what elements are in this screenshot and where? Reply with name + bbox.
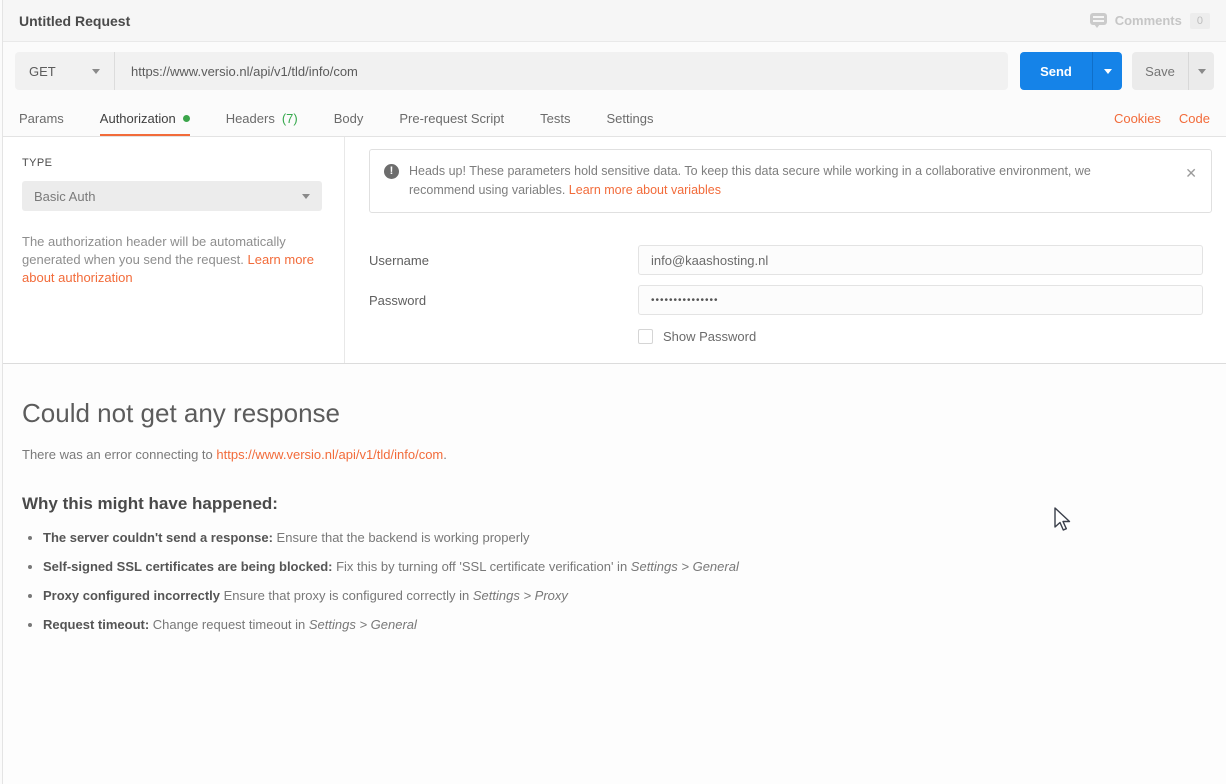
request-tabs: Params Authorization Headers (7) Body Pr…: [3, 100, 1226, 137]
type-label: TYPE: [22, 157, 322, 169]
sensitive-data-banner: ! Heads up! These parameters hold sensit…: [369, 149, 1212, 213]
error-message: There was an error connecting to https:/…: [22, 447, 1204, 462]
save-options-button[interactable]: [1188, 52, 1214, 90]
password-field[interactable]: [638, 285, 1203, 315]
tab-params[interactable]: Params: [19, 100, 64, 136]
auth-type-value: Basic Auth: [34, 189, 95, 204]
chevron-down-icon: [1104, 69, 1112, 74]
tab-tests[interactable]: Tests: [540, 100, 570, 136]
tab-pre-request-script[interactable]: Pre-request Script: [399, 100, 504, 136]
error-url-link[interactable]: https://www.versio.nl/api/v1/tld/info/co…: [216, 447, 443, 462]
close-icon[interactable]: ✕: [1185, 164, 1197, 183]
send-options-button[interactable]: [1092, 52, 1122, 90]
comments-button[interactable]: Comments 0: [1090, 13, 1210, 29]
tab-authorization[interactable]: Authorization: [100, 100, 190, 136]
warning-icon: !: [384, 164, 399, 179]
auth-description: The authorization header will be automat…: [22, 233, 322, 287]
chevron-down-icon: [1198, 69, 1206, 74]
save-button[interactable]: Save: [1132, 52, 1188, 90]
save-button-group: Save: [1132, 52, 1214, 90]
sidebar-edge: [0, 0, 3, 784]
chevron-down-icon: [92, 69, 100, 74]
cookies-link[interactable]: Cookies: [1114, 111, 1161, 126]
method-value: GET: [29, 64, 56, 79]
banner-text: Heads up! These parameters hold sensitiv…: [409, 162, 1175, 200]
show-password-checkbox[interactable]: [638, 329, 653, 344]
tab-body[interactable]: Body: [334, 100, 364, 136]
request-title: Untitled Request: [19, 13, 130, 29]
request-url-row: GET Send Save: [3, 42, 1226, 100]
why-heading: Why this might have happened:: [22, 494, 1204, 514]
auth-active-dot-icon: [183, 115, 190, 122]
send-button-group: Send: [1020, 52, 1122, 90]
headers-count: (7): [282, 111, 298, 126]
learn-more-variables-link[interactable]: Learn more about variables: [569, 183, 721, 197]
list-item: Proxy configured incorrectly Ensure that…: [43, 588, 1204, 603]
postman-request-window: Untitled Request Comments 0 GET Send Sav…: [0, 0, 1226, 784]
comments-icon: [1090, 13, 1107, 28]
comments-count-badge: 0: [1190, 13, 1210, 29]
chevron-down-icon: [302, 194, 310, 199]
url-group: GET: [15, 52, 1008, 90]
title-bar: Untitled Request Comments 0: [3, 0, 1226, 42]
send-button[interactable]: Send: [1020, 52, 1092, 90]
code-link[interactable]: Code: [1179, 111, 1210, 126]
tab-headers[interactable]: Headers (7): [226, 100, 298, 136]
method-dropdown[interactable]: GET: [15, 52, 115, 90]
auth-fields-column: ! Heads up! These parameters hold sensit…: [345, 137, 1226, 363]
username-label: Username: [369, 253, 638, 268]
show-password-label: Show Password: [663, 329, 756, 344]
response-heading: Could not get any response: [22, 398, 1204, 429]
list-item: Self-signed SSL certificates are being b…: [43, 559, 1204, 574]
reasons-list: The server couldn't send a response: Ens…: [22, 530, 1204, 632]
authorization-panel: TYPE Basic Auth The authorization header…: [3, 137, 1226, 363]
username-field[interactable]: [638, 245, 1203, 275]
list-item: Request timeout: Change request timeout …: [43, 617, 1204, 632]
tab-settings[interactable]: Settings: [606, 100, 653, 136]
auth-type-dropdown[interactable]: Basic Auth: [22, 181, 322, 211]
url-input[interactable]: [115, 52, 1008, 90]
list-item: The server couldn't send a response: Ens…: [43, 530, 1204, 545]
response-panel: Could not get any response There was an …: [3, 363, 1226, 784]
auth-type-column: TYPE Basic Auth The authorization header…: [3, 137, 345, 363]
password-label: Password: [369, 293, 638, 308]
comments-label: Comments: [1115, 13, 1182, 28]
